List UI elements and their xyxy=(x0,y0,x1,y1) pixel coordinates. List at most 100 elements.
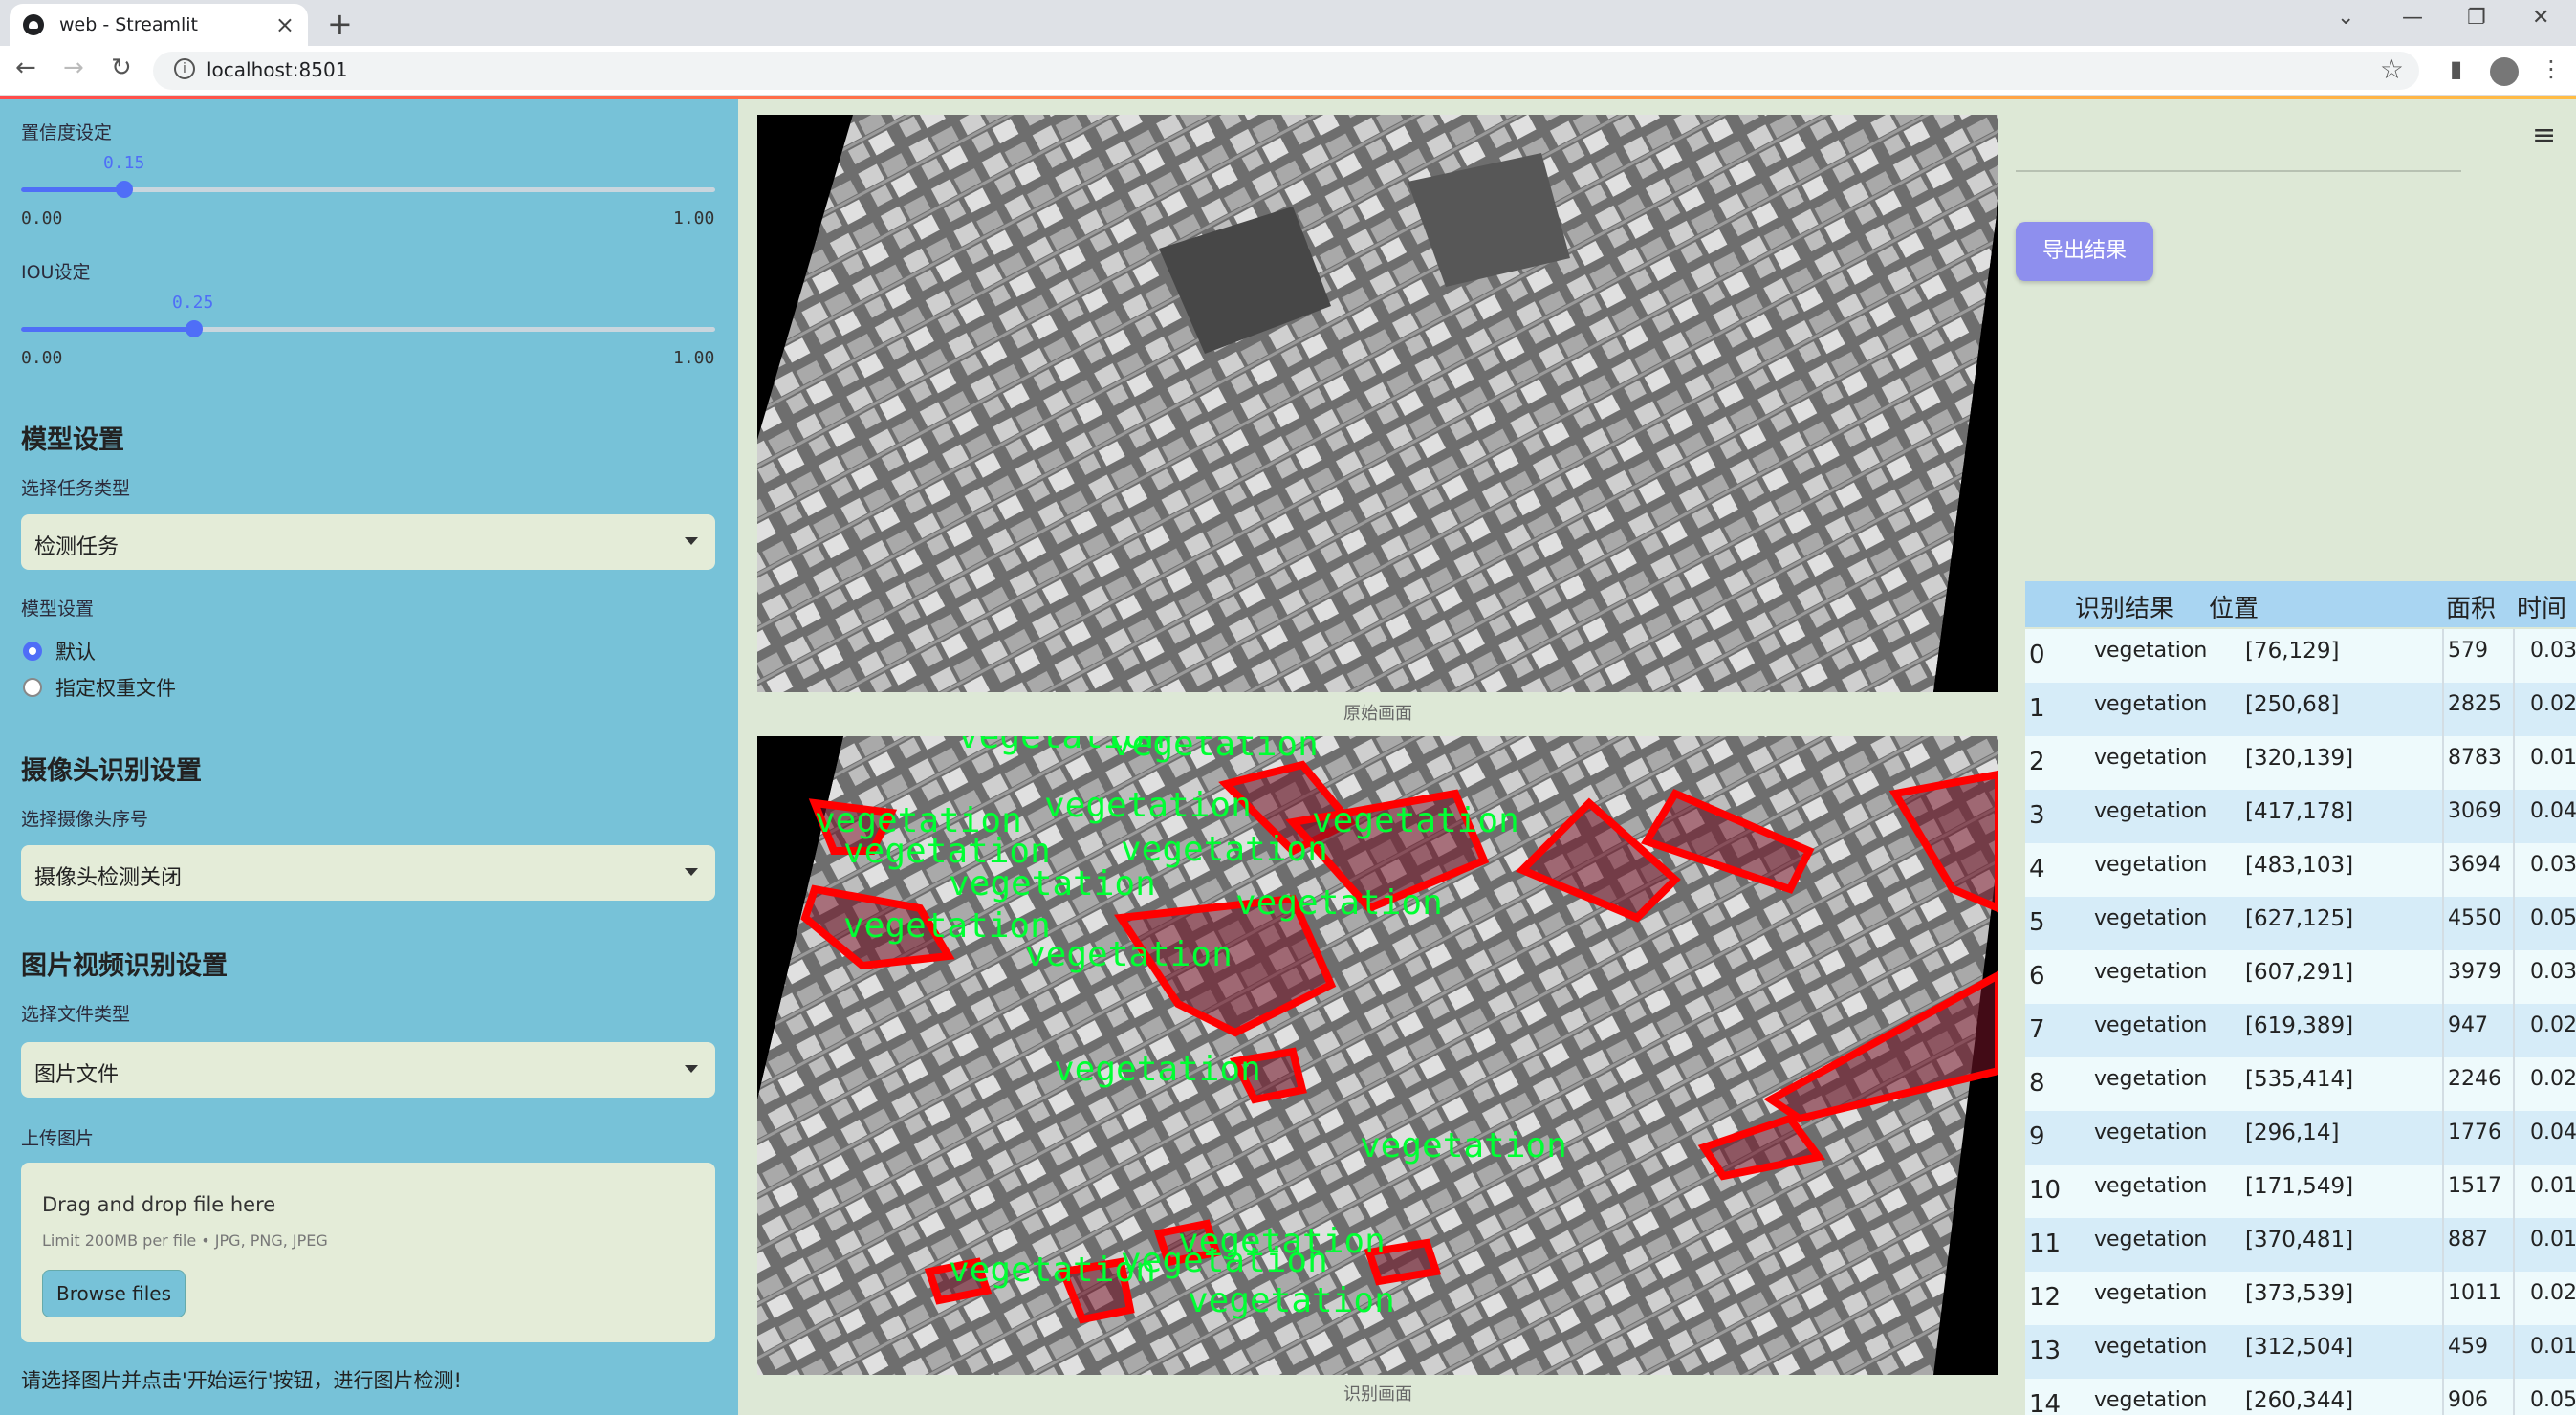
column-separator xyxy=(2442,790,2444,843)
result-caption: 识别画面 xyxy=(1343,1384,1412,1404)
row-position: [417,178] xyxy=(2245,799,2354,824)
iou-slider[interactable] xyxy=(21,320,715,337)
row-time: 0.01 xyxy=(2530,1174,2576,1198)
row-area: 3069 xyxy=(2448,799,2501,823)
camera-index-select[interactable]: 摄像头检测关闭 xyxy=(21,845,715,901)
row-time: 0.02 xyxy=(2530,1281,2576,1305)
svg-text:vegetation: vegetation xyxy=(1235,883,1443,923)
radio-custom-label: 指定权重文件 xyxy=(55,677,176,700)
table-row[interactable]: 13 vegetation [312,504] 459 0.01 xyxy=(2025,1325,2576,1379)
column-separator xyxy=(2513,1057,2515,1111)
browser-tab[interactable]: web - Streamlit × xyxy=(10,4,308,46)
table-row[interactable]: 7 vegetation [619,389] 947 0.02 xyxy=(2025,1004,2576,1057)
streamlit-favicon-icon xyxy=(23,14,44,35)
column-separator xyxy=(2442,1218,2444,1272)
row-area: 4550 xyxy=(2448,906,2501,930)
iou-slider-fill xyxy=(21,327,194,332)
export-results-button[interactable]: 导出结果 xyxy=(2016,222,2153,281)
table-row[interactable]: 11 vegetation [370,481] 887 0.01 xyxy=(2025,1218,2576,1272)
side-panel-icon[interactable]: ▮ xyxy=(2450,55,2462,82)
row-index: 14 xyxy=(2029,1390,2062,1415)
restore-icon[interactable]: ❐ xyxy=(2467,6,2486,30)
table-row[interactable]: 6 vegetation [607,291] 3979 0.03 xyxy=(2025,950,2576,1004)
column-separator xyxy=(2442,897,2444,950)
header-time[interactable]: 时间 xyxy=(2517,589,2566,624)
model-section-heading: 模型设置 xyxy=(21,425,124,455)
radio-default[interactable]: 默认 xyxy=(23,637,96,665)
forward-icon[interactable]: → xyxy=(63,54,84,82)
table-row[interactable]: 8 vegetation [535,414] 2246 0.02 xyxy=(2025,1057,2576,1111)
header-result[interactable]: 识别结果 xyxy=(2075,589,2174,624)
row-position: [483,103] xyxy=(2245,853,2354,878)
row-area: 1517 xyxy=(2448,1174,2501,1198)
profile-avatar[interactable] xyxy=(2490,57,2519,86)
iou-min: 0.00 xyxy=(21,348,63,368)
tab-search-icon[interactable]: ⌄ xyxy=(2337,6,2354,30)
radio-default-label: 默认 xyxy=(55,641,96,664)
iou-label: IOU设定 xyxy=(21,262,91,283)
close-window-icon[interactable]: ✕ xyxy=(2532,6,2549,30)
header-position[interactable]: 位置 xyxy=(2209,589,2259,624)
table-row[interactable]: 5 vegetation [627,125] 4550 0.05 xyxy=(2025,897,2576,950)
row-time: 0.05 xyxy=(2530,1388,2576,1412)
header-area[interactable]: 面积 xyxy=(2446,589,2496,624)
row-class: vegetation xyxy=(2094,746,2208,770)
row-class: vegetation xyxy=(2094,1281,2208,1305)
table-row[interactable]: 10 vegetation [171,549] 1517 0.01 xyxy=(2025,1165,2576,1218)
task-type-select[interactable]: 检测任务 xyxy=(21,514,715,570)
close-tab-icon[interactable]: × xyxy=(275,11,295,38)
table-row[interactable]: 2 vegetation [320,139] 8783 0.01 xyxy=(2025,736,2576,790)
hamburger-menu-icon[interactable]: ≡ xyxy=(2532,119,2556,152)
row-time: 0.05 xyxy=(2530,906,2576,930)
svg-text:vegetation: vegetation xyxy=(1360,1126,1567,1165)
row-area: 1011 xyxy=(2448,1281,2501,1305)
row-position: [76,129] xyxy=(2245,639,2340,664)
row-index: 8 xyxy=(2029,1069,2045,1098)
table-row[interactable]: 3 vegetation [417,178] 3069 0.04 xyxy=(2025,790,2576,843)
row-position: [296,14] xyxy=(2245,1121,2340,1145)
reload-icon[interactable]: ↻ xyxy=(111,54,132,82)
row-position: [260,344] xyxy=(2245,1388,2354,1413)
file-dropzone[interactable]: Drag and drop file here Limit 200MB per … xyxy=(21,1163,715,1342)
table-row[interactable]: 4 vegetation [483,103] 3694 0.03 xyxy=(2025,843,2576,897)
table-header: 识别结果 位置 面积 时间 xyxy=(2025,581,2576,627)
table-row[interactable]: 14 vegetation [260,344] 906 0.05 xyxy=(2025,1379,2576,1415)
chevron-down-icon xyxy=(685,1065,698,1073)
menu-dots-icon[interactable]: ⋮ xyxy=(2540,55,2563,82)
upload-label: 上传图片 xyxy=(21,1128,95,1149)
confidence-slider-fill xyxy=(21,187,124,192)
row-class: vegetation xyxy=(2094,1388,2208,1412)
table-row[interactable]: 1 vegetation [250,68] 2825 0.02 xyxy=(2025,683,2576,736)
radio-custom-dot[interactable] xyxy=(23,678,42,697)
row-position: [627,125] xyxy=(2245,906,2354,931)
confidence-slider-thumb[interactable] xyxy=(116,181,133,198)
row-index: 7 xyxy=(2029,1015,2045,1044)
column-separator xyxy=(2442,843,2444,897)
file-type-select[interactable]: 图片文件 xyxy=(21,1042,715,1098)
bookmark-star-icon[interactable]: ☆ xyxy=(2380,54,2404,85)
row-position: [607,291] xyxy=(2245,960,2354,985)
table-row[interactable]: 9 vegetation [296,14] 1776 0.04 xyxy=(2025,1111,2576,1165)
row-area: 3979 xyxy=(2448,960,2501,984)
minimize-icon[interactable]: — xyxy=(2402,6,2423,30)
back-icon[interactable]: ← xyxy=(15,54,36,82)
radio-default-dot[interactable] xyxy=(23,642,42,661)
row-position: [370,481] xyxy=(2245,1228,2354,1252)
table-row[interactable]: 12 vegetation [373,539] 1011 0.02 xyxy=(2025,1272,2576,1325)
new-tab-icon[interactable]: + xyxy=(327,6,353,42)
original-caption: 原始画面 xyxy=(1343,704,1412,724)
row-position: [250,68] xyxy=(2245,692,2340,717)
svg-text:vegetation: vegetation xyxy=(1111,736,1319,764)
svg-text:vegetation: vegetation xyxy=(843,906,1051,946)
results-table[interactable]: 识别结果 位置 面积 时间 0 vegetation [76,129] 579 0.03… xyxy=(2025,581,2576,1415)
confidence-min: 0.00 xyxy=(21,208,63,229)
table-row[interactable]: 0 vegetation [76,129] 579 0.03 xyxy=(2025,629,2576,683)
column-separator xyxy=(2513,1004,2515,1057)
radio-custom-weights[interactable]: 指定权重文件 xyxy=(23,673,176,702)
iou-slider-thumb[interactable] xyxy=(186,320,203,337)
browse-files-button[interactable]: Browse files xyxy=(42,1270,186,1317)
address-bar[interactable]: i localhost:8501 ☆ xyxy=(153,52,2419,90)
site-info-icon[interactable]: i xyxy=(174,58,195,79)
row-index: 11 xyxy=(2029,1230,2062,1258)
confidence-slider[interactable] xyxy=(21,181,715,198)
